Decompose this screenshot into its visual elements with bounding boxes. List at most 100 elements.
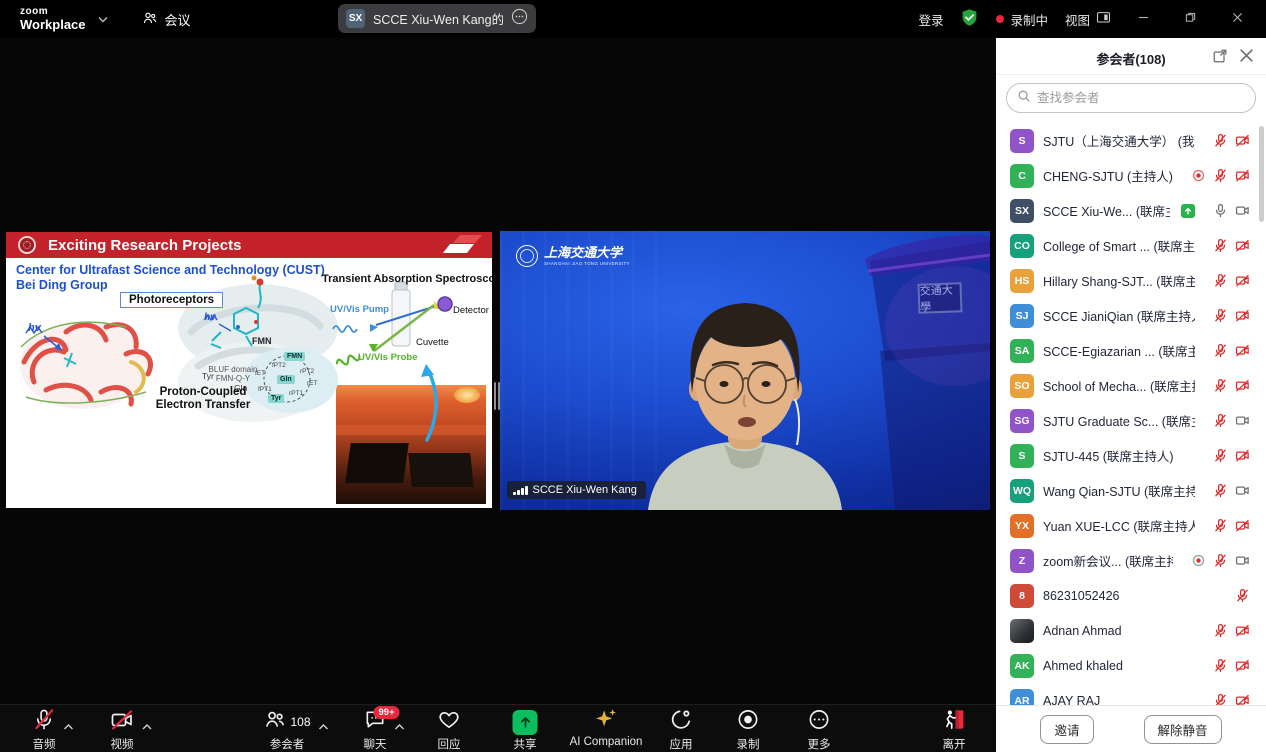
- reactions-button[interactable]: 回应: [438, 709, 461, 752]
- laser-lab-photo: [336, 385, 486, 504]
- ai-companion-button[interactable]: AI Companion: [570, 709, 643, 748]
- participant-row[interactable]: Zzoom新会议... (联席主持人): [996, 543, 1266, 578]
- cycle-tyr-chip: Tyr: [268, 394, 284, 403]
- participant-name: Adnan Ahmad: [1043, 624, 1122, 638]
- unmute-all-button[interactable]: 解除静音: [1144, 715, 1222, 744]
- participant-row[interactable]: SSJTU-445 (联席主持人): [996, 438, 1266, 473]
- participant-row[interactable]: SSJTU（上海交通大学） (我): [996, 123, 1266, 158]
- close-icon[interactable]: [1239, 48, 1254, 68]
- participant-row[interactable]: AKAhmed khaled: [996, 648, 1266, 683]
- audio-button[interactable]: 音频: [33, 709, 56, 752]
- mic-muted-icon: [1213, 448, 1228, 463]
- cycle-ret: rET: [307, 380, 317, 387]
- tab-shared-screen[interactable]: SX SCCE Xiu-Wen Kang的屏幕: [338, 4, 536, 33]
- camera-off-icon: [1235, 308, 1250, 323]
- camera-off-icon: [1235, 693, 1250, 705]
- invite-button[interactable]: 邀请: [1040, 715, 1093, 744]
- popout-icon[interactable]: [1212, 48, 1228, 69]
- participant-row[interactable]: HS Hillary Shang-SJT... (联席主持人): [996, 263, 1266, 298]
- participant-name: Hillary Shang-SJT... (联席主持人): [1043, 271, 1195, 290]
- participant-row[interactable]: CCHENG-SJTU (主持人): [996, 158, 1266, 193]
- mic-muted-icon: [1213, 378, 1228, 393]
- sjtu-logo: 上海交通大学 SHANGHAI JIAO TONG UNIVERSITY: [516, 245, 630, 267]
- window-restore-button[interactable]: [1175, 12, 1205, 26]
- participant-name: Yuan XUE-LCC (联席主持人): [1043, 516, 1195, 535]
- cuvette-label: Cuvette: [416, 337, 449, 348]
- participant-avatar: SA: [1010, 339, 1034, 363]
- slide-line2: Bei Ding Group: [16, 278, 108, 292]
- participants-icon: [263, 708, 286, 736]
- window-minimize-button[interactable]: [1128, 12, 1158, 26]
- participant-row[interactable]: COCollege of Smart ... (联席主持人): [996, 228, 1266, 263]
- apps-icon: [670, 708, 693, 736]
- share-screen-button[interactable]: 共享: [513, 709, 538, 752]
- more-options-icon[interactable]: [511, 8, 528, 30]
- camera-off-icon: [1235, 238, 1250, 253]
- participant-list: SSJTU（上海交通大学） (我)CCHENG-SJTU (主持人)SXSCCE…: [996, 123, 1266, 705]
- video-options-caret[interactable]: [142, 717, 152, 735]
- mic-muted-icon: [1213, 623, 1228, 638]
- video-button[interactable]: 视频: [110, 709, 134, 752]
- participant-row[interactable]: SGSJTU Graduate Sc... (联席主持人): [996, 403, 1266, 438]
- participant-avatar: HS: [1010, 269, 1034, 293]
- camera-off-icon: [1235, 378, 1250, 393]
- audio-options-caret[interactable]: [64, 717, 74, 735]
- layout-view-icon: [1096, 10, 1111, 28]
- participant-name-tag: SCCE Xiu-Wen Kang: [507, 481, 646, 499]
- shield-check-icon[interactable]: [960, 8, 979, 30]
- scrollbar-thumb[interactable]: [1259, 126, 1264, 222]
- participant-row[interactable]: SASCCE-Egiazarian ... (联席主持人): [996, 333, 1266, 368]
- login-button[interactable]: 登录: [918, 10, 943, 29]
- recording-label: 录制中: [1010, 10, 1048, 29]
- meeting-toolbar: 音频 视频 108 参会者: [0, 704, 996, 752]
- participant-photo-avatar: [1010, 619, 1034, 643]
- bluf-line2: FMN-Q-Y: [204, 374, 262, 383]
- chat-options-caret[interactable]: [395, 717, 405, 735]
- panel-header: 参会者(108): [996, 38, 1266, 75]
- participant-row[interactable]: ARAJAY RAJ: [996, 683, 1266, 705]
- chat-button[interactable]: 99+ 聊天: [364, 709, 387, 752]
- hv-label-mid: hv: [204, 312, 216, 323]
- participant-row[interactable]: SOSchool of Mecha... (联席主持人): [996, 368, 1266, 403]
- participants-button[interactable]: 108 参会者: [263, 709, 310, 752]
- avatar: SX: [346, 9, 365, 28]
- panel-footer: 邀请 解除静音: [996, 705, 1266, 752]
- detector-label: Detector: [453, 305, 489, 316]
- cycle-fpt2: fPT2: [272, 362, 286, 369]
- apps-button[interactable]: 应用: [670, 709, 693, 752]
- fmn-label: FMN: [252, 336, 272, 346]
- record-icon: [737, 708, 760, 736]
- cycle-fmn-chip: FMN: [284, 352, 305, 361]
- participant-row[interactable]: SXSCCE Xiu-We... (联席主持人): [996, 193, 1266, 228]
- chevron-down-icon[interactable]: [98, 10, 108, 28]
- search-box[interactable]: [1006, 83, 1256, 113]
- participant-name: College of Smart ... (联席主持人): [1043, 236, 1195, 255]
- participant-avatar: SG: [1010, 409, 1034, 433]
- camera-off-icon: [1235, 343, 1250, 358]
- record-button[interactable]: 录制: [737, 709, 760, 752]
- zoom-workplace-logo: zoom Workplace: [20, 7, 86, 31]
- participant-row[interactable]: YXYuan XUE-LCC (联席主持人): [996, 508, 1266, 543]
- slide-header: Exciting Research Projects: [6, 232, 492, 258]
- search-input[interactable]: [1037, 91, 1245, 105]
- camera-icon: [1235, 483, 1250, 498]
- participant-row[interactable]: 886231052426: [996, 578, 1266, 613]
- tab-meeting[interactable]: 会议: [142, 10, 191, 29]
- cycle-gln-chip: Gln: [277, 375, 295, 384]
- more-button[interactable]: 更多: [808, 709, 831, 752]
- probe-label: UV/Vis Probe: [358, 352, 418, 363]
- recording-indicator-icon: [1191, 168, 1206, 183]
- participant-row[interactable]: SJSCCE JianiQian (联席主持人): [996, 298, 1266, 333]
- view-button[interactable]: 视图: [1065, 10, 1111, 29]
- participant-name: 86231052426: [1043, 589, 1119, 603]
- participants-options-caret[interactable]: [319, 717, 329, 735]
- screen-share-badge-icon: [1181, 204, 1195, 218]
- camera-off-icon: [1235, 168, 1250, 183]
- participant-row[interactable]: WQWang Qian-SJTU (联席主持人): [996, 473, 1266, 508]
- participant-row[interactable]: Adnan Ahmad: [996, 613, 1266, 648]
- recording-status[interactable]: 录制中: [996, 10, 1048, 29]
- video-background-art: [500, 231, 990, 510]
- mic-muted-icon: [1213, 133, 1228, 148]
- leave-button[interactable]: 离开: [942, 709, 967, 752]
- window-close-button[interactable]: [1222, 12, 1252, 26]
